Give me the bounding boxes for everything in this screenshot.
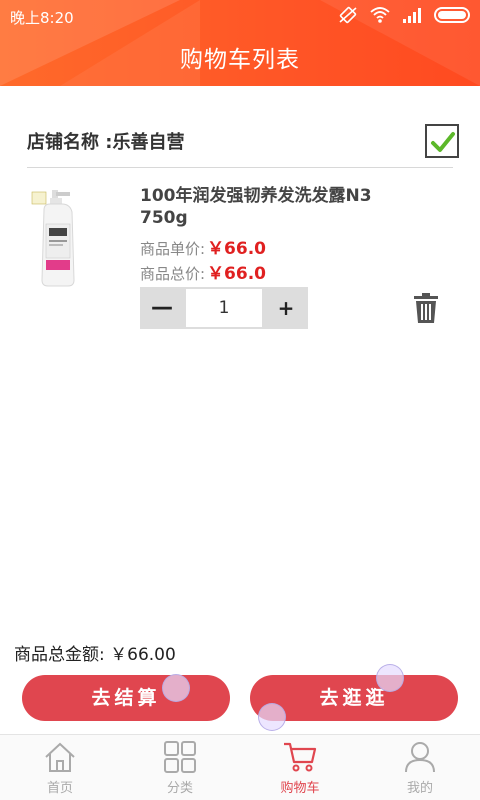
tab-category[interactable]: 分类 [120, 735, 240, 800]
touch-indicator [258, 703, 286, 731]
touch-indicator [162, 674, 190, 702]
total-price-label: 商品总价: [140, 265, 206, 283]
user-icon [405, 742, 435, 773]
tab-cart[interactable]: 购物车 [240, 735, 360, 800]
tab-label: 首页 [46, 781, 73, 796]
cart-total-amount: 商品总金额: ￥66.00 [14, 645, 176, 665]
bottom-tab-bar: 首页 分类 购物车 我的 [0, 734, 480, 800]
increase-button[interactable]: + [264, 287, 308, 329]
tab-label: 分类 [166, 781, 193, 796]
decrease-button[interactable]: — [140, 287, 184, 329]
cart-page: 晚上8:20 购物车列表 店铺名称:乐善自营 100年润发强韧养发洗发露N3 … [0, 0, 480, 800]
product-name[interactable]: 100年润发强韧养发洗发露N3 750g [140, 185, 420, 229]
quantity-input[interactable]: 1 [186, 289, 262, 327]
wifi-icon [370, 7, 390, 23]
checkout-button[interactable]: 去结算 [22, 675, 230, 721]
shop-select-checkbox[interactable] [425, 124, 459, 158]
rotation-icon [339, 6, 357, 24]
total-price-line: 商品总价: ￥66.0 [140, 259, 266, 284]
home-icon [45, 742, 75, 772]
shop-row: 店铺名称 :乐善自营 [27, 120, 459, 168]
unit-price-label: 商品单价: [140, 240, 206, 258]
product-image[interactable] [30, 188, 90, 288]
tab-label: 购物车 [280, 781, 320, 796]
unit-price-line: 商品单价: ￥66.0 [140, 234, 266, 259]
quantity-stepper: — 1 + [140, 287, 308, 329]
tab-label: 我的 [406, 781, 433, 796]
header: 晚上8:20 购物车列表 [0, 0, 480, 86]
signal-icon [403, 8, 421, 23]
battery-icon [434, 7, 470, 23]
shop-name: 店铺名称 :乐善自营 [27, 132, 185, 153]
category-icon [164, 741, 196, 773]
cart-icon [284, 742, 317, 772]
trash-icon[interactable] [413, 292, 439, 324]
page-title: 购物车列表 [180, 47, 300, 73]
tab-home[interactable]: 首页 [0, 735, 120, 800]
total-price-value: ￥66.0 [207, 264, 267, 284]
checkmark-icon [431, 132, 455, 152]
unit-price-value: ￥66.0 [207, 239, 267, 259]
touch-indicator [376, 664, 404, 692]
status-time: 晚上8:20 [10, 9, 74, 27]
status-bar: 晚上8:20 [0, 0, 480, 32]
tab-profile[interactable]: 我的 [360, 735, 480, 800]
